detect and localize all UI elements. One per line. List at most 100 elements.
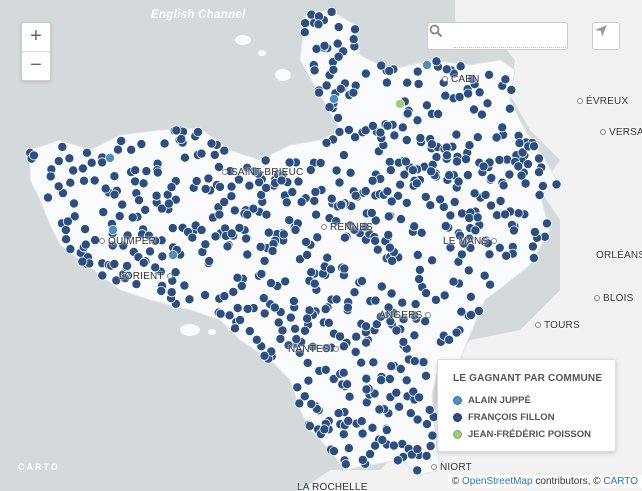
commune-marker-fillon[interactable] <box>424 404 435 415</box>
commune-marker-fillon[interactable] <box>97 270 108 281</box>
commune-marker-fillon[interactable] <box>235 314 246 325</box>
commune-marker-fillon[interactable] <box>388 440 399 451</box>
commune-marker-fillon[interactable] <box>360 68 371 79</box>
commune-marker-fillon[interactable] <box>284 157 295 168</box>
commune-marker-fillon[interactable] <box>348 34 359 45</box>
commune-marker-fillon[interactable] <box>343 443 354 454</box>
commune-marker-fillon[interactable] <box>472 212 483 223</box>
commune-marker-fillon[interactable] <box>234 222 245 233</box>
commune-marker-fillon[interactable] <box>415 133 426 144</box>
commune-marker-fillon[interactable] <box>366 207 377 218</box>
commune-marker-fillon[interactable] <box>196 148 207 159</box>
commune-marker-fillon[interactable] <box>425 200 436 211</box>
commune-marker-fillon[interactable] <box>440 220 451 231</box>
commune-marker-fillon[interactable] <box>433 109 444 120</box>
commune-marker-fillon[interactable] <box>326 193 337 204</box>
commune-marker-fillon[interactable] <box>441 150 452 161</box>
commune-marker-fillon[interactable] <box>418 357 429 368</box>
commune-marker-fillon[interactable] <box>321 80 332 91</box>
commune-marker-fillon[interactable] <box>534 167 545 178</box>
commune-marker-fillon[interactable] <box>299 27 310 38</box>
commune-marker-fillon[interactable] <box>384 66 395 77</box>
commune-marker-fillon[interactable] <box>401 197 412 208</box>
commune-marker-fillon[interactable] <box>451 129 462 140</box>
commune-marker-fillon[interactable] <box>339 263 350 274</box>
commune-marker-fillon[interactable] <box>514 138 525 149</box>
commune-marker-fillon[interactable] <box>463 88 474 99</box>
commune-marker-fillon[interactable] <box>89 175 100 186</box>
commune-marker-fillon[interactable] <box>280 276 291 287</box>
commune-marker-fillon[interactable] <box>474 87 485 98</box>
commune-marker-fillon[interactable] <box>504 169 515 180</box>
commune-marker-fillon[interactable] <box>402 108 413 119</box>
commune-marker-fillon[interactable] <box>332 38 343 49</box>
commune-marker-fillon[interactable] <box>349 287 360 298</box>
commune-marker-fillon[interactable] <box>343 415 354 426</box>
commune-marker-fillon[interactable] <box>267 245 278 256</box>
commune-marker-fillon[interactable] <box>109 171 120 182</box>
commune-marker-fillon[interactable] <box>339 232 350 243</box>
search-box[interactable] <box>427 22 568 50</box>
commune-marker-fillon[interactable] <box>325 264 336 275</box>
commune-marker-fillon[interactable] <box>376 281 387 292</box>
commune-marker-fillon[interactable] <box>456 249 467 260</box>
commune-marker-fillon[interactable] <box>215 308 226 319</box>
commune-marker-fillon[interactable] <box>382 120 393 131</box>
commune-marker-fillon[interactable] <box>136 139 147 150</box>
commune-marker-fillon[interactable] <box>384 242 395 253</box>
commune-marker-fillon[interactable] <box>409 221 420 232</box>
commune-marker-fillon[interactable] <box>324 102 335 113</box>
commune-marker-fillon[interactable] <box>222 241 233 252</box>
commune-marker-fillon[interactable] <box>313 87 324 98</box>
zoom-in-button[interactable]: + <box>22 23 50 51</box>
commune-marker-fillon[interactable] <box>334 126 345 137</box>
commune-marker-fillon[interactable] <box>232 302 243 313</box>
commune-marker-fillon[interactable] <box>303 375 314 386</box>
commune-marker-fillon[interactable] <box>287 187 298 198</box>
commune-marker-fillon[interactable] <box>117 199 128 210</box>
commune-marker-fillon[interactable] <box>334 177 345 188</box>
commune-marker-fillon[interactable] <box>109 189 120 200</box>
commune-marker-fillon[interactable] <box>420 191 431 202</box>
commune-marker-fillon[interactable] <box>370 295 381 306</box>
commune-marker-fillon[interactable] <box>79 175 90 186</box>
commune-marker-fillon[interactable] <box>551 179 562 190</box>
commune-marker-fillon[interactable] <box>345 167 356 178</box>
commune-marker-fillon[interactable] <box>69 198 80 209</box>
commune-marker-fillon[interactable] <box>394 401 405 412</box>
commune-marker-fillon[interactable] <box>412 465 423 476</box>
commune-marker-fillon[interactable] <box>336 199 347 210</box>
commune-marker-fillon[interactable] <box>242 209 253 220</box>
commune-marker-fillon[interactable] <box>130 165 141 176</box>
commune-marker-fillon[interactable] <box>171 125 182 136</box>
commune-marker-fillon[interactable] <box>395 363 406 374</box>
commune-marker-fillon[interactable] <box>350 346 361 357</box>
commune-marker-fillon[interactable] <box>305 164 316 175</box>
commune-marker-fillon[interactable] <box>541 218 552 229</box>
commune-marker-fillon[interactable] <box>281 197 292 208</box>
commune-marker-fillon[interactable] <box>449 196 460 207</box>
commune-marker-fillon[interactable] <box>176 133 187 144</box>
commune-marker-fillon[interactable] <box>138 257 149 268</box>
commune-marker-poisson[interactable] <box>394 99 405 110</box>
commune-marker-fillon[interactable] <box>311 209 322 220</box>
commune-marker-fillon[interactable] <box>421 288 432 299</box>
commune-marker-fillon[interactable] <box>306 398 317 409</box>
commune-marker-fillon[interactable] <box>290 323 301 334</box>
commune-marker-fillon[interactable] <box>357 428 368 439</box>
commune-marker-fillon[interactable] <box>435 194 446 205</box>
commune-marker-fillon[interactable] <box>340 459 351 470</box>
commune-marker-fillon[interactable] <box>395 179 406 190</box>
commune-marker-fillon[interactable] <box>464 140 475 151</box>
commune-marker-fillon[interactable] <box>427 255 438 266</box>
commune-marker-fillon[interactable] <box>312 232 323 243</box>
commune-marker-fillon[interactable] <box>508 225 519 236</box>
commune-marker-fillon[interactable] <box>356 416 367 427</box>
commune-marker-fillon[interactable] <box>45 171 56 182</box>
commune-marker-fillon[interactable] <box>116 135 127 146</box>
commune-marker-fillon[interactable] <box>138 178 149 189</box>
commune-marker-fillon[interactable] <box>304 305 315 316</box>
commune-marker-fillon[interactable] <box>269 302 280 313</box>
commune-marker-fillon[interactable] <box>306 267 317 278</box>
commune-marker-fillon[interactable] <box>478 161 489 172</box>
